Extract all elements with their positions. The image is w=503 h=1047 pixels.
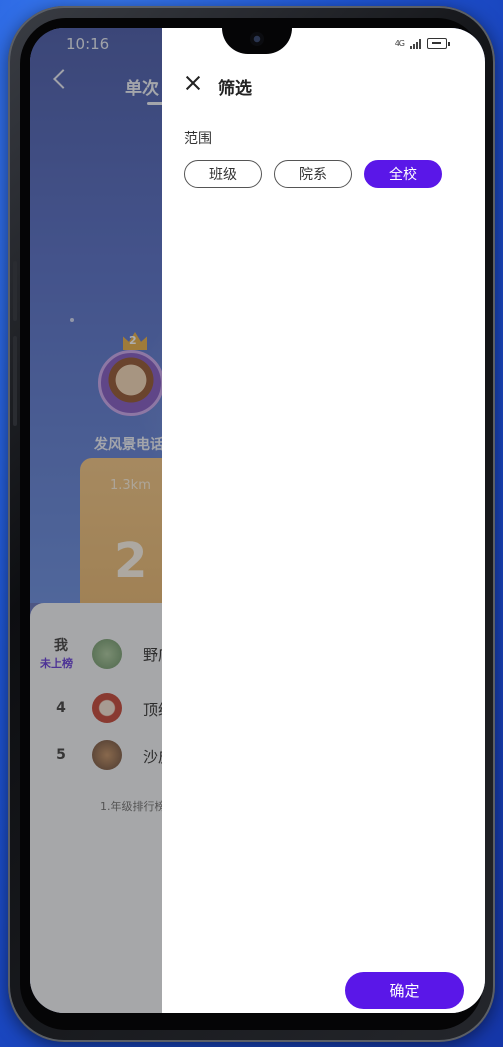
network-label: 4G [394,39,405,48]
confirm-button[interactable]: 确定 [345,972,464,1009]
scope-option-school[interactable]: 全校 [364,160,442,188]
drawer-title: 筛选 [218,79,252,99]
camera-icon [250,32,264,46]
battery-icon [427,38,450,49]
scope-section-label: 范围 [184,131,212,147]
signal-icon [410,38,421,49]
scope-options: 班级 院系 全校 [184,160,442,188]
status-icons: 4G [394,38,450,49]
phone-screen: 10:16 单次 2 发风景电话 1.3km 2 我 未上榜 野店 4 顶级 5… [30,28,485,1013]
filter-drawer: 4G 筛选 范围 班级 院系 全校 确定 [162,28,485,1013]
volume-button [13,261,17,321]
power-button [13,336,17,426]
close-icon[interactable] [184,74,202,92]
scope-option-department[interactable]: 院系 [274,160,352,188]
scope-option-class[interactable]: 班级 [184,160,262,188]
